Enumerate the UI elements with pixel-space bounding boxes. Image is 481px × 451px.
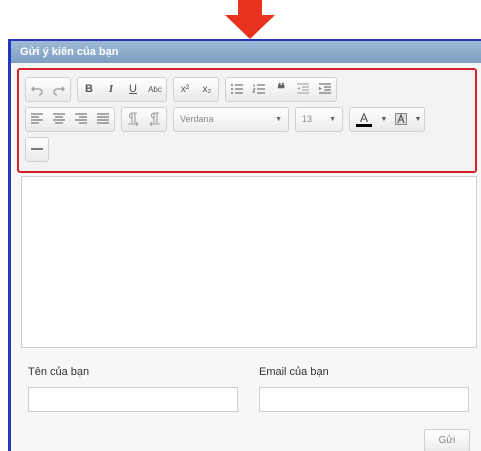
- outdent-button[interactable]: [292, 78, 314, 101]
- undo-icon: [31, 86, 43, 96]
- subscript-button[interactable]: x₂: [196, 78, 218, 101]
- font-family-value: Verdana: [180, 114, 214, 124]
- background-color-dropdown[interactable]: ▼: [412, 108, 424, 131]
- bold-button[interactable]: B: [78, 78, 100, 101]
- name-input[interactable]: [28, 387, 238, 412]
- numbered-list-button[interactable]: [248, 78, 270, 101]
- justify-button[interactable]: [92, 108, 114, 131]
- text-color-dropdown[interactable]: ▼: [378, 108, 390, 131]
- ltr-icon: [128, 112, 139, 126]
- text-color-button[interactable]: A: [350, 108, 378, 131]
- italic-button[interactable]: I: [100, 78, 122, 101]
- indent-icon: [319, 83, 331, 94]
- pointer-arrow-icon: [225, 0, 275, 40]
- chevron-down-icon: ▼: [329, 115, 336, 123]
- justify-icon: [97, 113, 109, 124]
- editor-toolbar: B I U Abc x² x₂ ❝ Verdana ▼ 13 ▼ A ▼ ▼: [17, 68, 477, 173]
- ltr-button[interactable]: [122, 108, 144, 131]
- align-left-icon: [31, 113, 43, 124]
- bullet-list-button[interactable]: [226, 78, 248, 101]
- text-color-icon: A: [359, 110, 368, 125]
- message-editor[interactable]: [21, 176, 477, 348]
- submit-button[interactable]: Gửi: [424, 429, 470, 451]
- horizontal-rule-icon: [31, 148, 43, 150]
- redo-button[interactable]: [48, 78, 70, 101]
- horizontal-rule-button[interactable]: [26, 138, 48, 161]
- bullet-list-icon: [231, 84, 243, 94]
- font-size-value: 13: [302, 114, 313, 124]
- font-family-select[interactable]: Verdana ▼: [173, 106, 289, 132]
- undo-button[interactable]: [26, 78, 48, 101]
- chevron-down-icon: ▼: [275, 115, 282, 123]
- background-color-button[interactable]: [390, 108, 412, 131]
- rtl-icon: [149, 112, 160, 126]
- background-color-icon: [395, 113, 407, 125]
- rtl-button[interactable]: [144, 108, 166, 131]
- indent-button[interactable]: [314, 78, 336, 101]
- font-size-select[interactable]: 13 ▼: [295, 106, 343, 132]
- superscript-button[interactable]: x²: [174, 78, 196, 101]
- feedback-panel: Gửi ý kiến của bạn B I U Abc x² x₂ ❝ Ver…: [8, 39, 481, 451]
- strikethrough-button[interactable]: Abc: [144, 78, 166, 101]
- redo-icon: [53, 86, 65, 96]
- align-right-button[interactable]: [70, 108, 92, 131]
- align-center-icon: [53, 113, 65, 124]
- underline-button[interactable]: U: [122, 78, 144, 101]
- align-center-button[interactable]: [48, 108, 70, 131]
- name-label: Tên của bạn: [28, 366, 90, 378]
- align-right-icon: [75, 113, 87, 124]
- email-input[interactable]: [259, 387, 469, 412]
- numbered-list-icon: [252, 84, 265, 94]
- align-left-button[interactable]: [26, 108, 48, 131]
- text-color-swatch: [356, 123, 372, 127]
- blockquote-button[interactable]: ❝: [270, 78, 292, 101]
- panel-title: Gửi ý kiến của bạn: [11, 41, 481, 63]
- email-label: Email của bạn: [259, 366, 329, 378]
- outdent-icon: [297, 83, 309, 94]
